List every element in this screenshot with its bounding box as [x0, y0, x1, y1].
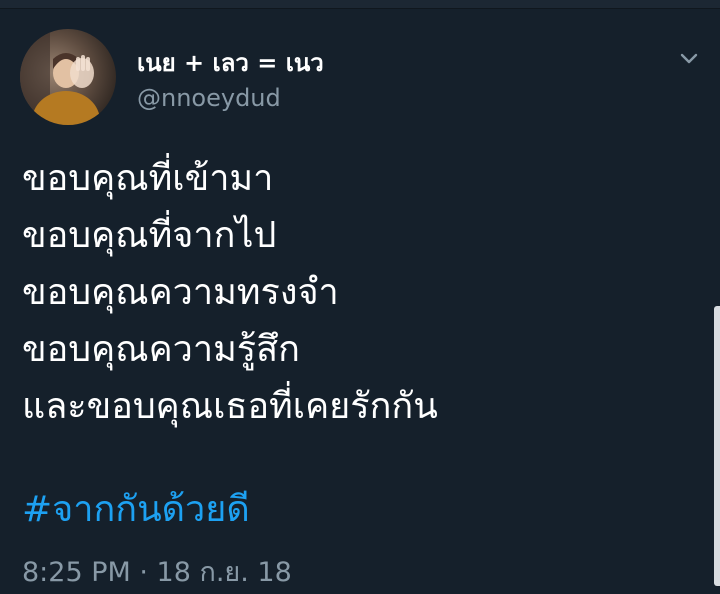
avatar-image	[20, 29, 116, 125]
chevron-down-icon[interactable]	[676, 45, 702, 71]
tweet-card: เนย + เลว = เนว @nnoeydud ขอบคุณที่เข้าม…	[0, 9, 720, 594]
tweet-timestamp[interactable]: 8:25 PM · 18 ก.ย. 18	[22, 550, 292, 593]
tweet-text: ขอบคุณที่เข้ามา ขอบคุณที่จากไป ขอบคุณควา…	[22, 150, 682, 435]
tweet-line: ขอบคุณความทรงจำ	[22, 272, 339, 313]
top-bar-strip	[0, 0, 720, 9]
tweet-line: ขอบคุณความรู้สึก	[22, 329, 300, 370]
author-display-name[interactable]: เนย + เลว = เนว	[137, 43, 324, 82]
tweet-line: ขอบคุณที่จากไป	[22, 215, 277, 256]
scrollbar[interactable]	[714, 306, 720, 586]
tweet-line: ขอบคุณที่เข้ามา	[22, 158, 274, 199]
author-handle[interactable]: @nnoeydud	[137, 84, 281, 112]
hashtag-link[interactable]: #จากกันด้วยดี	[22, 480, 250, 537]
avatar[interactable]	[20, 29, 116, 125]
tweet-line: และขอบคุณเธอที่เคยรักกัน	[22, 386, 438, 427]
